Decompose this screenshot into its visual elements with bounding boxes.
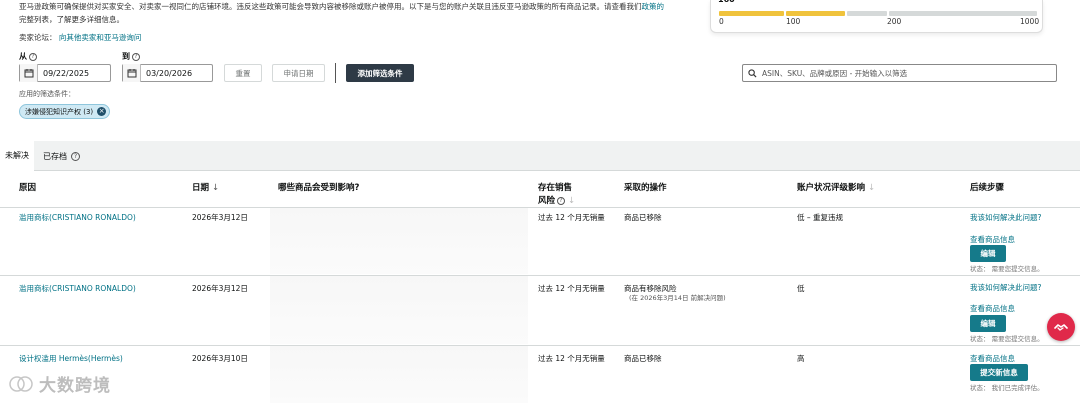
score-bar-segment xyxy=(847,11,887,16)
how-to-resolve-link[interactable]: 我该如何解决此问题? xyxy=(970,212,1042,223)
row-date: 2026年3月10日 xyxy=(192,354,248,363)
row-reason-link[interactable]: 滥用商标(CRISTIANO RONALDO) xyxy=(19,283,136,294)
from-label-text: 从 xyxy=(19,52,27,61)
row-impact: 低 – 重复违规 xyxy=(797,213,844,222)
row-action: 商品已移除 xyxy=(624,213,662,222)
col-header-impact[interactable]: 账户状况评级影响 ↓ xyxy=(797,182,875,195)
arrow-down-icon: ↓ xyxy=(211,183,220,193)
how-to-resolve-link[interactable]: 我该如何解决此问题? xyxy=(970,282,1042,293)
edit-button[interactable]: 编辑 xyxy=(970,245,1006,262)
view-listing-link[interactable]: 查看商品信息 xyxy=(970,303,1015,314)
watermark-text: 大数跨境 xyxy=(39,376,111,396)
col-header-impact-label: 账户状况评级影响 xyxy=(797,183,866,193)
reset-button[interactable]: 重置 xyxy=(224,64,262,82)
tab-label: 未解决 xyxy=(5,150,29,160)
filter-chip-label: 涉嫌侵犯知识产权 (3) xyxy=(25,107,94,116)
col-header-affected: 哪些商品会受到影响? xyxy=(278,183,360,193)
tab-unresolved[interactable]: 未解决 xyxy=(0,141,34,171)
score-tick: 0 xyxy=(719,17,724,26)
row-reason-link[interactable]: 设计权滥用 Hermès(Hermès) xyxy=(19,353,123,364)
forum-label: 卖家论坛： xyxy=(19,33,57,42)
policy-list-link[interactable]: 政策的 xyxy=(642,2,665,11)
account-health-score-card: 160 0 100 200 1000 xyxy=(710,0,1043,33)
toolbar-divider xyxy=(335,63,336,83)
col-header-risk-line2: 风险 xyxy=(538,196,556,206)
redacted-products xyxy=(270,208,528,274)
arrow-down-icon: ↓ xyxy=(567,196,576,206)
calendar-icon[interactable] xyxy=(123,64,141,82)
row-risk: 过去 12 个月无销量 xyxy=(538,354,605,363)
tab-bar: 未解决 已存档? xyxy=(0,141,1080,171)
score-value: 160 xyxy=(718,0,735,4)
score-tick: 1000 xyxy=(1020,17,1040,26)
applied-filters-label: 应用的筛选条件： xyxy=(19,90,75,98)
col-header-date[interactable]: 日期 ↓ xyxy=(192,182,219,195)
from-date-value: 09/22/2025 xyxy=(43,68,90,78)
help-icon[interactable]: ? xyxy=(557,196,566,205)
policy-intro: 亚马逊政策可确保提供对买家安全、对卖家一视同仁的店铺环境。违反这些政策可能会导致… xyxy=(19,0,709,26)
search-icon xyxy=(748,68,757,78)
score-bar-segment xyxy=(785,11,846,16)
search-box[interactable] xyxy=(742,64,1057,82)
from-label: 从? xyxy=(19,51,37,62)
calendar-icon[interactable] xyxy=(20,64,38,82)
tab-archived[interactable]: 已存档? xyxy=(43,141,93,171)
score-bar-segment xyxy=(719,11,784,16)
arrow-down-icon: ↓ xyxy=(867,183,876,193)
row-risk: 过去 12 个月无销量 xyxy=(538,284,605,293)
help-icon[interactable]: ? xyxy=(71,151,80,161)
help-icon[interactable]: ? xyxy=(132,52,140,61)
row-action: 商品已移除 xyxy=(624,354,662,363)
forum-link[interactable]: 向其他卖家和亚马逊询问 xyxy=(59,33,142,42)
close-icon[interactable]: × xyxy=(97,107,107,116)
row-reason-link[interactable]: 滥用商标(CRISTIANO RONALDO) xyxy=(19,212,136,223)
col-header-risk[interactable]: 存在销售 风险? ↓ xyxy=(538,182,575,208)
col-header-next-steps: 后续步骤 xyxy=(970,183,1005,193)
to-date-field[interactable]: 03/20/2026 xyxy=(122,64,213,82)
col-header-date-label: 日期 xyxy=(192,183,210,193)
col-header-action: 采取的操作 xyxy=(624,183,667,193)
redacted-products xyxy=(270,276,528,344)
row-divider xyxy=(0,345,1080,346)
row-divider xyxy=(0,275,1080,276)
row-impact: 高 xyxy=(797,354,805,363)
row-impact: 低 xyxy=(797,284,805,293)
submit-new-info-button[interactable]: 提交新信息 xyxy=(970,364,1028,381)
score-bar-segment xyxy=(888,11,1038,16)
row-status: 状态： 我们已完成评估。 xyxy=(970,384,1044,392)
score-tick: 100 xyxy=(786,17,801,26)
score-tick: 200 xyxy=(887,17,902,26)
col-header-reason: 原因 xyxy=(19,183,37,193)
redacted-products xyxy=(270,346,528,403)
from-date-field[interactable]: 09/22/2025 xyxy=(19,64,111,82)
floating-assistant-button[interactable] xyxy=(1047,313,1075,341)
col-header-risk-line1: 存在销售 xyxy=(538,183,573,193)
row-date: 2026年3月12日 xyxy=(192,213,248,222)
view-listing-link[interactable]: 查看商品信息 xyxy=(970,234,1015,245)
row-divider xyxy=(0,207,1080,208)
row-date: 2026年3月12日 xyxy=(192,284,248,293)
filter-chip[interactable]: 涉嫌侵犯知识产权 (3) × xyxy=(19,104,111,119)
row-risk: 过去 12 个月无销量 xyxy=(538,213,605,222)
edit-button[interactable]: 编辑 xyxy=(970,315,1006,332)
tab-label: 已存档 xyxy=(43,151,67,161)
search-input[interactable] xyxy=(762,68,1052,78)
to-label: 到? xyxy=(122,51,140,62)
to-label-text: 到 xyxy=(122,52,130,61)
score-bar xyxy=(719,11,1038,16)
watermark: 大数跨境 xyxy=(8,371,111,396)
row-action-deadline: (在 2026年3月14日 前解决问题) xyxy=(629,294,726,302)
apply-date-button[interactable]: 申请日期 xyxy=(272,64,325,82)
handshake-icon xyxy=(1054,324,1068,331)
watermark-logo-icon xyxy=(9,375,33,392)
seller-forum: 卖家论坛： 向其他卖家和亚马逊询问 xyxy=(19,32,141,43)
row-status: 状态： 需要您提交信息。 xyxy=(970,265,1044,273)
row-status: 状态： 需要您提交信息。 xyxy=(970,335,1044,343)
to-date-value: 03/20/2026 xyxy=(146,68,193,78)
view-listing-link[interactable]: 查看商品信息 xyxy=(970,353,1015,364)
add-filter-button[interactable]: 添加筛选条件 xyxy=(346,64,414,82)
policy-intro-text-2: 完整列表，了解更多详细信息。 xyxy=(19,15,124,24)
policy-intro-text: 亚马逊政策可确保提供对买家安全、对卖家一视同仁的店铺环境。违反这些政策可能会导致… xyxy=(19,2,642,11)
help-icon[interactable]: ? xyxy=(29,52,37,61)
